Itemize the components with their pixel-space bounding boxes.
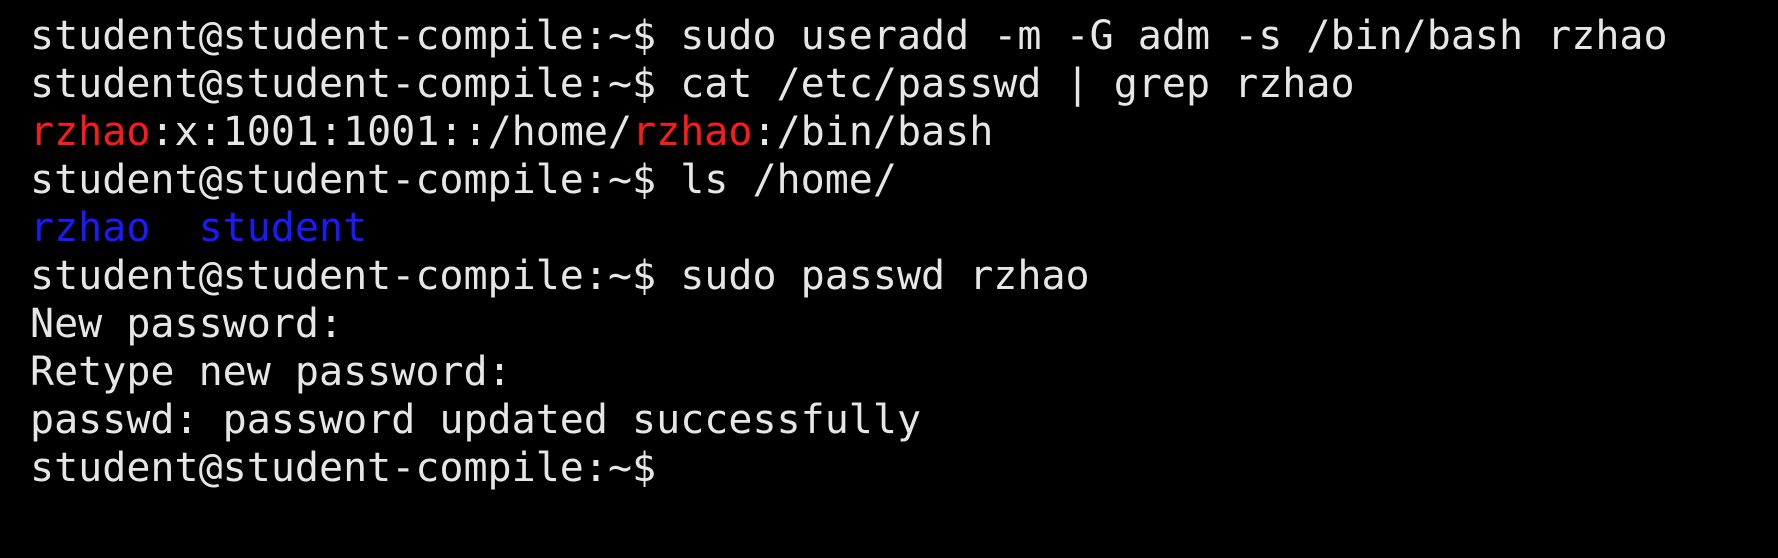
grep-match: rzhao	[30, 109, 151, 155]
terminal-line-ls-home: student@student-compile:~$ ls /home/	[30, 156, 1778, 204]
output-text: :/bin/bash	[752, 109, 994, 155]
directory-entry: student	[198, 205, 368, 251]
output-text: New password:	[30, 301, 344, 347]
shell-prompt: student@student-compile:~$	[30, 61, 657, 107]
command-text: ls /home/	[656, 157, 897, 203]
shell-prompt: student@student-compile:~$	[30, 445, 657, 491]
terminal-line-current-prompt[interactable]: student@student-compile:~$	[30, 444, 1778, 492]
terminal-line-passwd-cmd: student@student-compile:~$ sudo passwd r…	[30, 252, 1778, 300]
shell-prompt: student@student-compile:~$	[30, 253, 657, 299]
command-text: cat /etc/passwd | grep rzhao	[656, 61, 1355, 107]
terminal-window[interactable]: student@student-compile:~$ sudo useradd …	[0, 0, 1778, 558]
command-text: sudo passwd rzhao	[656, 253, 1090, 299]
output-text: Retype new password:	[30, 349, 512, 395]
terminal-line-cat-passwd: student@student-compile:~$ cat /etc/pass…	[30, 60, 1778, 108]
shell-prompt: student@student-compile:~$	[30, 13, 657, 59]
output-text: :x:1001:1001::/home/	[150, 109, 633, 155]
terminal-line-new-password: New password:	[30, 300, 1778, 348]
terminal-line-passwd-success: passwd: password updated successfully	[30, 396, 1778, 444]
terminal-line-retype-password: Retype new password:	[30, 348, 1778, 396]
grep-match: rzhao	[632, 109, 753, 155]
terminal-line-passwd-entry: rzhao:x:1001:1001::/home/rzhao:/bin/bash	[30, 108, 1778, 156]
command-text: sudo useradd -m -G adm -s /bin/bash rzha…	[656, 13, 1668, 59]
shell-prompt: student@student-compile:~$	[30, 157, 657, 203]
output-text: passwd: password updated successfully	[30, 397, 922, 443]
output-separator	[150, 205, 198, 251]
directory-entry: rzhao	[30, 205, 151, 251]
terminal-line-useradd: student@student-compile:~$ sudo useradd …	[30, 12, 1778, 60]
terminal-line-ls-output: rzhao student	[30, 204, 1778, 252]
